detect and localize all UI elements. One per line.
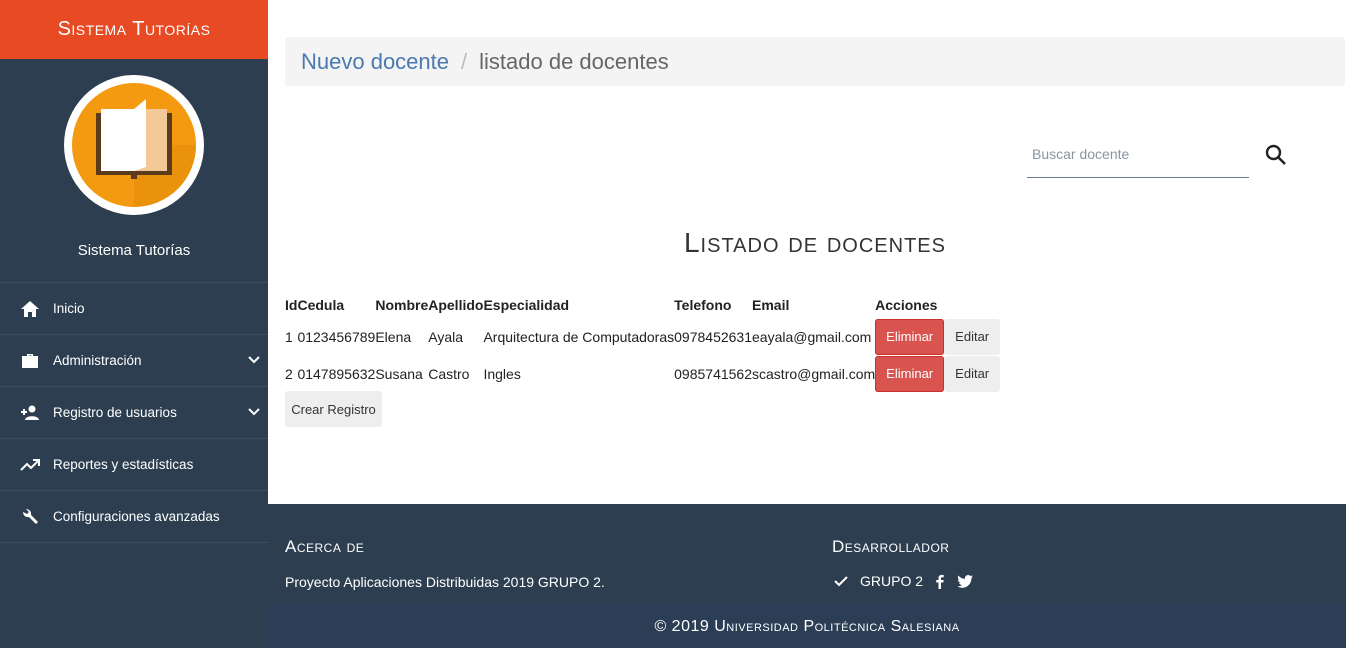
cell-cedula: 0123456789 bbox=[297, 328, 376, 345]
column-header-cedula: Cedula bbox=[297, 297, 345, 313]
search-input[interactable] bbox=[1027, 132, 1249, 176]
facebook-icon[interactable] bbox=[935, 574, 944, 589]
table-row: 1 0123456789 Elena Ayala Arquitectura de… bbox=[285, 318, 1001, 355]
search-icon[interactable] bbox=[1263, 142, 1289, 168]
cell-id: 2 bbox=[285, 365, 293, 382]
person-add-icon bbox=[20, 403, 40, 423]
book-logo-icon bbox=[64, 75, 204, 215]
delete-button[interactable]: Eliminar bbox=[875, 355, 945, 392]
sidebar-item-registro-usuarios[interactable]: Registro de usuarios bbox=[0, 387, 268, 439]
sidebar: Sistema Tutorías Sistema Tutorías Inicio bbox=[0, 0, 268, 648]
create-record-button[interactable]: Crear Registro bbox=[285, 391, 382, 427]
sidebar-item-reportes[interactable]: Reportes y estadísticas bbox=[0, 439, 268, 491]
logo-label: Sistema Tutorías bbox=[77, 242, 191, 259]
cell-email: eayala@gmail.com bbox=[752, 328, 872, 345]
cell-acciones: Eliminar Editar bbox=[875, 318, 1001, 355]
column-header-email: Email bbox=[752, 297, 790, 313]
footer-about-text: Proyecto Aplicaciones Distribuidas 2019 … bbox=[285, 574, 605, 590]
footer-dev-row: GRUPO 2 bbox=[834, 573, 974, 589]
cell-cedula: 0147895632 bbox=[297, 365, 376, 382]
trending-up-icon bbox=[20, 455, 40, 475]
column-header-especialidad: Especialidad bbox=[483, 297, 570, 313]
sidebar-item-label: Registro de usuarios bbox=[53, 405, 177, 420]
column-header-acciones: Acciones bbox=[875, 297, 938, 313]
table-row: 2 0147895632 Susana Castro Ingles 098574… bbox=[285, 355, 1001, 392]
sidebar-item-label: Inicio bbox=[53, 301, 85, 316]
docentes-table: Id Cedula Nombre Apellido Especialidad T… bbox=[285, 292, 1001, 392]
footer-about-title: Acerca de bbox=[285, 537, 365, 556]
column-header-nombre: Nombre bbox=[375, 297, 429, 313]
footer-dev-title: Desarrollador bbox=[832, 537, 950, 556]
brand-title[interactable]: Sistema Tutorías bbox=[0, 0, 268, 59]
cell-apellido: Ayala bbox=[428, 328, 464, 345]
footer-dev-name: GRUPO 2 bbox=[860, 573, 924, 589]
footer: Acerca de Proyecto Aplicaciones Distribu… bbox=[268, 504, 1346, 605]
home-icon bbox=[20, 299, 40, 319]
column-header-telefono: Telefono bbox=[674, 297, 732, 313]
sidebar-item-inicio[interactable]: Inicio bbox=[0, 283, 268, 335]
sidebar-item-label: Configuraciones avanzadas bbox=[53, 509, 220, 524]
table-header-row: Id Cedula Nombre Apellido Especialidad T… bbox=[285, 292, 1000, 318]
cell-nombre: Elena bbox=[375, 328, 412, 345]
twitter-icon[interactable] bbox=[957, 574, 974, 588]
cell-especialidad: Ingles bbox=[483, 365, 521, 382]
cell-id: 1 bbox=[285, 328, 293, 345]
chevron-down-icon[interactable] bbox=[246, 352, 262, 368]
sidebar-item-label: Reportes y estadísticas bbox=[53, 457, 194, 472]
cell-email: scastro@gmail.com bbox=[752, 365, 876, 382]
breadcrumb-link-nuevo-docente[interactable]: Nuevo docente bbox=[301, 49, 449, 75]
sidebar-item-administracion[interactable]: Administración bbox=[0, 335, 268, 387]
breadcrumb: Nuevo docente / listado de docentes bbox=[285, 37, 1345, 86]
column-header-apellido: Apellido bbox=[428, 297, 484, 313]
cell-telefono: 0985741562 bbox=[674, 365, 753, 382]
cell-especialidad: Arquitectura de Computadoras bbox=[483, 328, 675, 345]
cell-acciones: Eliminar Editar bbox=[875, 355, 1001, 392]
breadcrumb-separator: / bbox=[461, 48, 468, 74]
cell-nombre: Susana bbox=[375, 365, 423, 382]
briefcase-icon bbox=[20, 351, 40, 371]
sidebar-item-label: Administración bbox=[53, 353, 142, 368]
search-field bbox=[1027, 132, 1249, 178]
delete-button[interactable]: Eliminar bbox=[875, 318, 945, 355]
chevron-down-icon[interactable] bbox=[246, 404, 262, 420]
cell-apellido: Castro bbox=[428, 365, 470, 382]
logo-area: Sistema Tutorías bbox=[0, 59, 268, 283]
wrench-icon bbox=[20, 507, 40, 527]
breadcrumb-current: listado de docentes bbox=[479, 48, 669, 74]
edit-button[interactable]: Editar bbox=[944, 355, 1001, 392]
copyright: © 2019 Universidad Politécnica Salesiana bbox=[268, 605, 1346, 648]
check-icon bbox=[834, 575, 848, 587]
column-header-id: Id bbox=[285, 297, 298, 313]
sidebar-item-configuraciones[interactable]: Configuraciones avanzadas bbox=[0, 491, 268, 543]
edit-button[interactable]: Editar bbox=[944, 318, 1001, 355]
page-title: Listado de docentes bbox=[683, 227, 946, 258]
cell-telefono: 0978452631 bbox=[674, 328, 753, 345]
